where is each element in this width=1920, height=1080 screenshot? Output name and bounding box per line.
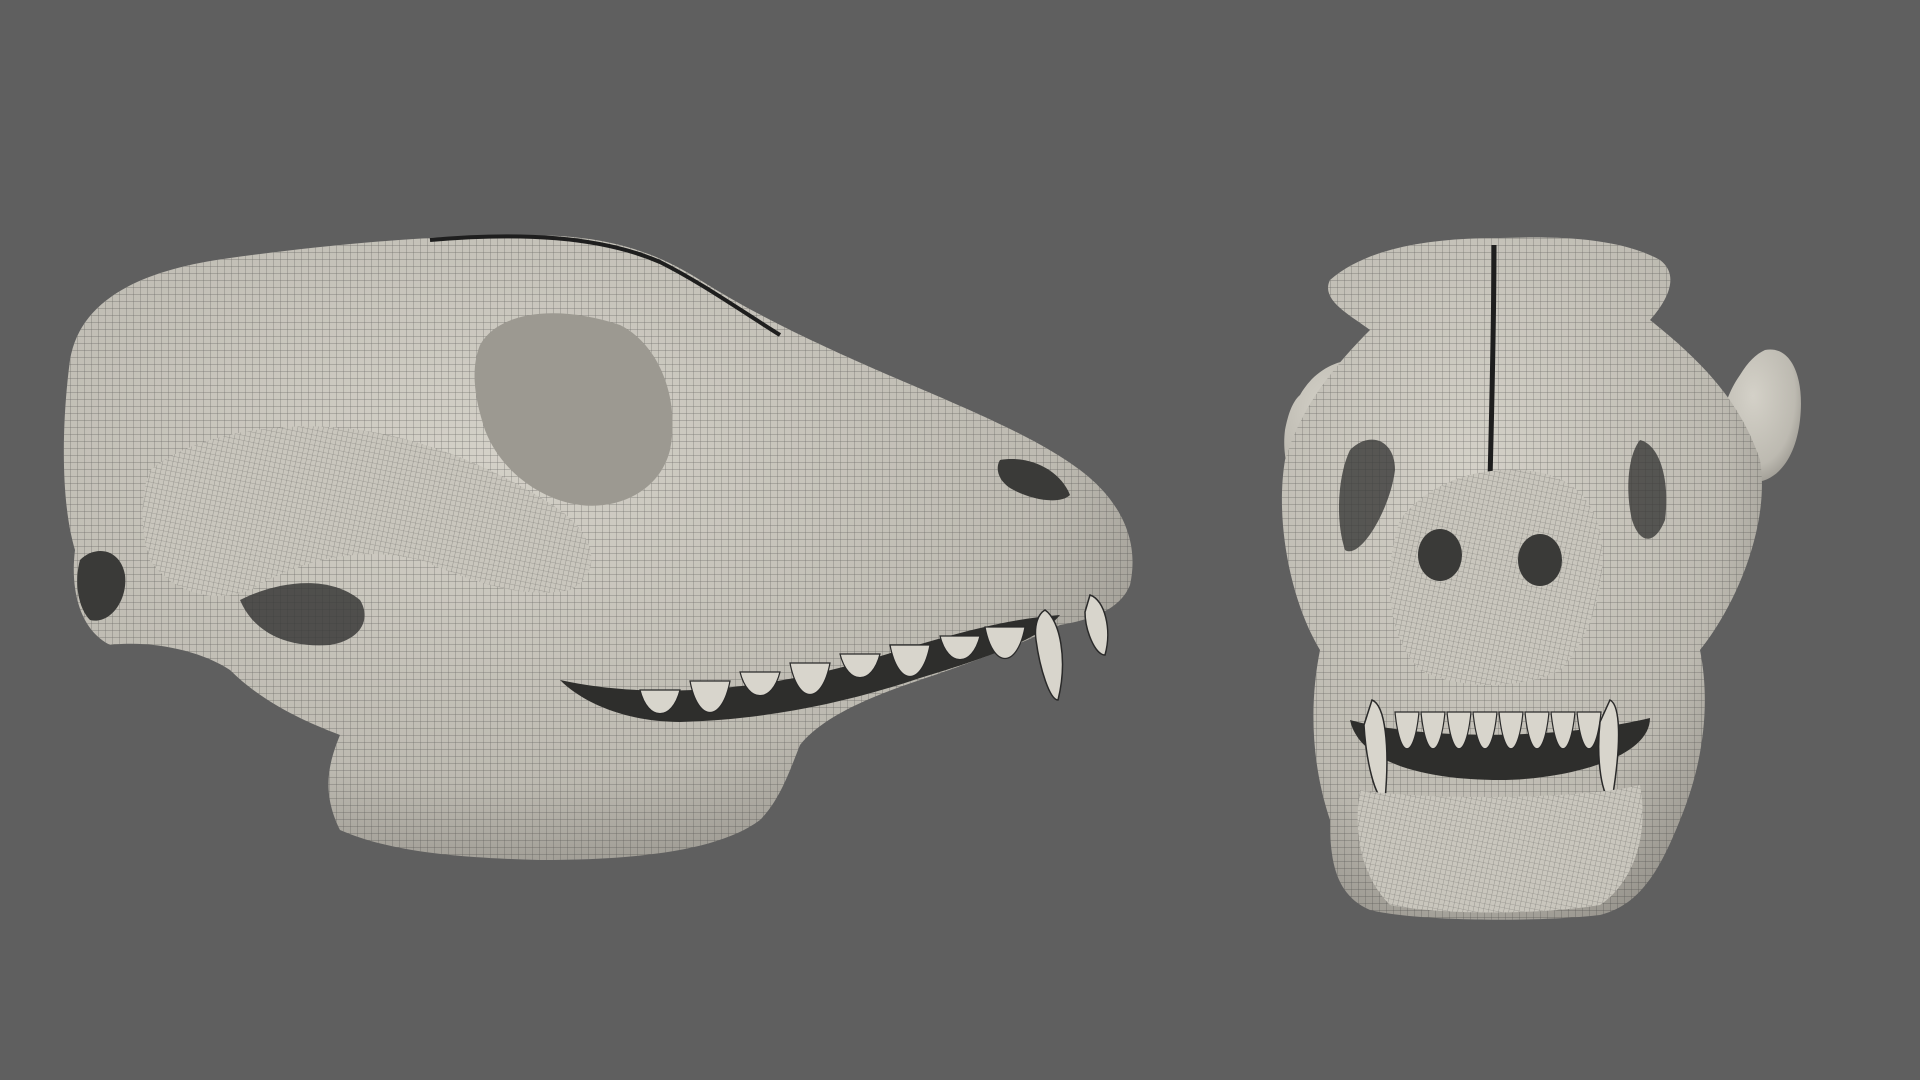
front-nostril-left [1418, 529, 1462, 581]
viewport-canvas[interactable] [0, 0, 1920, 1080]
3d-viewport[interactable] [0, 0, 1920, 1080]
front-nostril-right [1518, 534, 1562, 586]
front-mandible-wire [1357, 785, 1643, 913]
front-muzzle-wire [1389, 469, 1603, 685]
